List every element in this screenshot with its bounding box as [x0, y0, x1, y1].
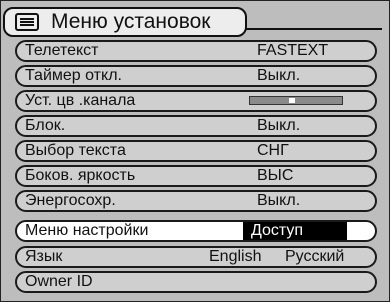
- menu-item-owner-id[interactable]: Owner ID: [15, 271, 377, 293]
- menu-title: Меню установок: [51, 10, 211, 33]
- menu-item-language[interactable]: Язык English Русский: [15, 246, 377, 268]
- language-option-russian[interactable]: Русский: [285, 248, 344, 266]
- menu-item-label: Выбор текста: [25, 142, 126, 159]
- menu-item-label: Телетекст: [25, 42, 99, 59]
- menu-item-value: Выкл.: [257, 67, 301, 84]
- menu-item-setup-menu[interactable]: Меню настройки Доступ: [15, 220, 377, 242]
- menu-item-value: Выкл.: [257, 117, 301, 134]
- menu-item-channel-color[interactable]: Уст. цв .канала: [15, 90, 377, 112]
- menu-item-text-select[interactable]: Выбор текста СНГ: [15, 140, 377, 162]
- menu-item-off-timer[interactable]: Таймер откл. Выкл.: [15, 65, 377, 87]
- menu-item-lock[interactable]: Блок. Выкл.: [15, 115, 377, 137]
- menu-item-label: Энергосохр.: [25, 192, 116, 209]
- menu-item-value: ВЫС: [257, 167, 294, 184]
- settings-menu-panel: Меню установок Телетекст FASTEXT Таймер …: [0, 0, 390, 302]
- channel-color-slider[interactable]: [249, 96, 343, 105]
- menu-item-power-save[interactable]: Энергосохр. Выкл.: [15, 190, 377, 212]
- menu-item-teletext[interactable]: Телетекст FASTEXT: [15, 40, 377, 62]
- menu-item-value: Выкл.: [257, 192, 301, 209]
- menu-title-tab: Меню установок: [3, 7, 247, 37]
- menu-item-label: Уст. цв .канала: [25, 92, 136, 109]
- menu-list-icon: [15, 13, 39, 31]
- menu-item-label: Меню настройки: [25, 222, 149, 239]
- language-option-english[interactable]: English: [209, 248, 261, 266]
- title-divider: [245, 28, 382, 30]
- menu-item-label: Блок.: [25, 117, 66, 134]
- slider-knob[interactable]: [289, 98, 295, 103]
- menu-item-value: FASTEXT: [257, 42, 329, 59]
- menu-item-value: СНГ: [257, 142, 289, 159]
- menu-item-label: Owner ID: [25, 273, 93, 290]
- menu-item-value-highlighted: Доступ: [243, 222, 348, 240]
- menu-item-side-brightness[interactable]: Боков. яркость ВЫС: [15, 165, 377, 187]
- menu-item-label: Таймер откл.: [25, 67, 122, 84]
- menu-item-label: Язык: [25, 248, 63, 265]
- menu-item-label: Боков. яркость: [25, 167, 136, 184]
